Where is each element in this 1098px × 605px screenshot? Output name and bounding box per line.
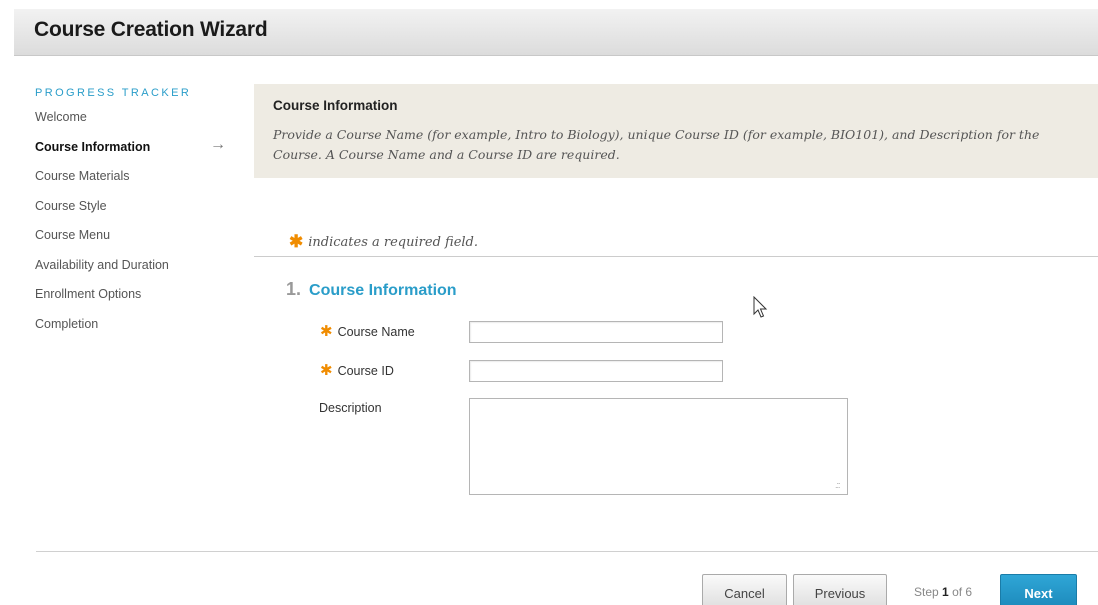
progress-tracker-heading: PROGRESS TRACKER xyxy=(35,87,192,99)
tracker-item-availability-and-duration[interactable]: Availability and Duration xyxy=(35,257,245,289)
tracker-item-label: Course Information xyxy=(35,139,151,154)
step-instructions: Course Information Provide a Course Name… xyxy=(254,84,1098,178)
asterisk-icon: ✱ xyxy=(320,323,333,340)
section-heading: 1. Course Information xyxy=(286,279,457,300)
step-of: of xyxy=(952,585,963,599)
description-label: Description xyxy=(319,401,382,415)
previous-button[interactable]: Previous xyxy=(793,574,887,605)
page-title: Course Creation Wizard xyxy=(34,18,268,41)
section-number: 1. xyxy=(286,279,302,299)
required-field-note-text: indicates a required field. xyxy=(308,235,478,250)
tracker-item-course-information[interactable]: Course Information → xyxy=(35,135,245,171)
tracker-item-label: Course Style xyxy=(35,198,107,213)
section-title: Course Information xyxy=(309,282,457,299)
tracker-item-label: Course Menu xyxy=(35,228,111,242)
tracker-item-course-materials[interactable]: Course Materials xyxy=(35,170,245,200)
footer-divider xyxy=(36,551,1098,552)
course-id-label-text: Course ID xyxy=(337,364,394,378)
description-label-text: Description xyxy=(319,401,382,415)
tracker-item-label: Enrollment Options xyxy=(35,287,142,301)
next-button[interactable]: Next xyxy=(1000,574,1077,605)
step-instructions-text: Provide a Course Name (for example, Intr… xyxy=(273,127,1040,162)
current-step-arrow-icon: → xyxy=(210,135,226,153)
tracker-item-course-style[interactable]: Course Style xyxy=(35,198,245,230)
course-id-label: ✱ Course ID xyxy=(320,361,394,379)
step-instructions-title: Course Information xyxy=(273,98,398,113)
tracker-item-enrollment-options[interactable]: Enrollment Options xyxy=(35,288,245,318)
tracker-item-label: Completion xyxy=(35,316,99,331)
step-indicator: Step 1 of 6 xyxy=(914,585,972,599)
course-name-label-text: Course Name xyxy=(337,325,415,339)
divider xyxy=(254,256,1098,257)
step-current: 1 xyxy=(942,585,949,599)
tracker-item-label: Availability and Duration xyxy=(35,257,169,272)
step-prefix: Step xyxy=(914,585,939,599)
mouse-pointer-icon xyxy=(753,296,768,318)
required-field-note: ✱ indicates a required field. xyxy=(289,232,478,252)
tracker-item-label: Course Materials xyxy=(35,169,130,183)
resize-grip-icon[interactable]: .:: xyxy=(835,480,840,490)
cancel-button[interactable]: Cancel xyxy=(702,574,787,605)
course-name-label: ✱ Course Name xyxy=(320,322,415,340)
course-name-input[interactable] xyxy=(469,321,723,343)
tracker-item-label: Welcome xyxy=(35,110,87,124)
course-id-input[interactable] xyxy=(469,360,723,382)
description-textarea[interactable] xyxy=(469,398,848,495)
tracker-item-completion[interactable]: Completion xyxy=(35,316,245,348)
tracker-item-course-menu[interactable]: Course Menu xyxy=(35,229,245,259)
step-total: 6 xyxy=(965,585,973,599)
asterisk-icon: ✱ xyxy=(320,362,333,379)
progress-tracker: PROGRESS TRACKER Welcome Course Informat… xyxy=(35,87,245,347)
title-bar: Course Creation Wizard xyxy=(14,9,1098,56)
asterisk-icon: ✱ xyxy=(289,232,304,252)
